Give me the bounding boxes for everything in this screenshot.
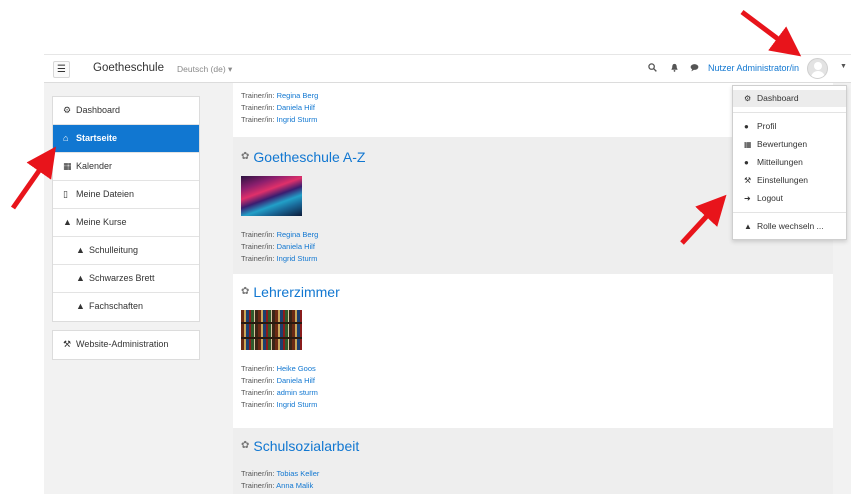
arrow-to-startseite	[10, 146, 57, 210]
arrow-to-avatar	[740, 10, 802, 57]
arrow-to-logout	[680, 194, 727, 245]
annotation-arrows	[10, 10, 802, 245]
